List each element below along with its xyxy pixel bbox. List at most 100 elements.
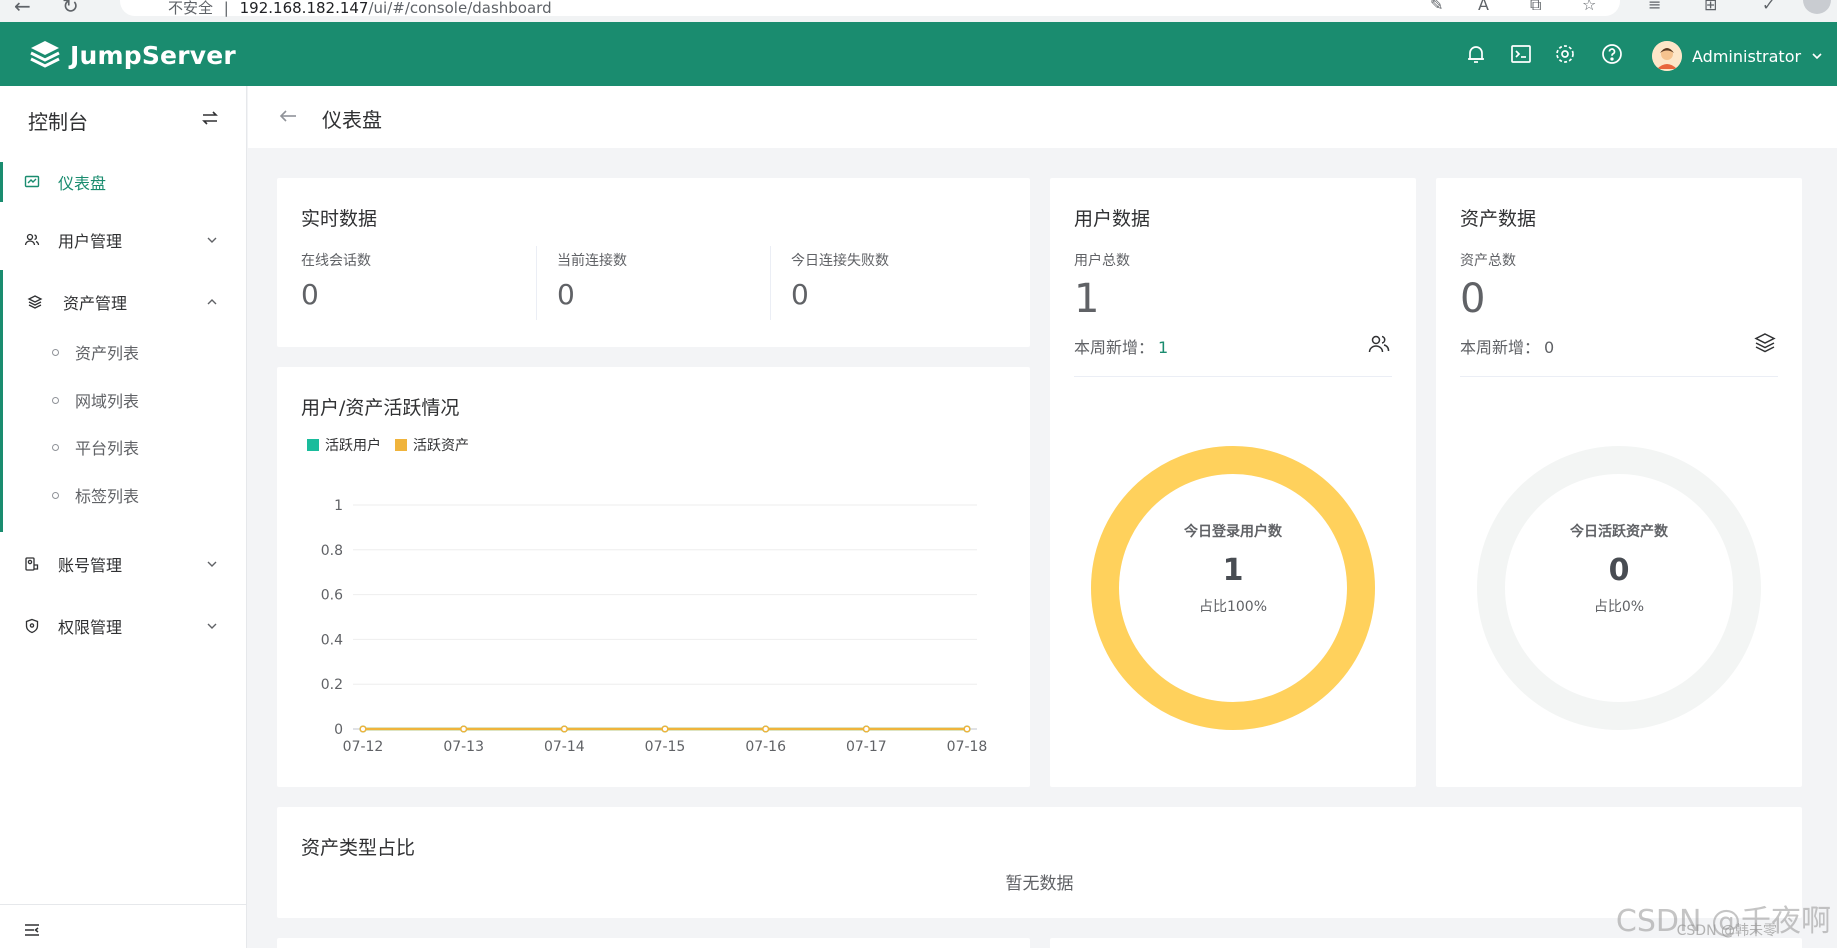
account-icon [25, 557, 39, 571]
user-total-value: 1 [1074, 276, 1100, 322]
sidebar-subitem-domain-list[interactable]: 网域列表 [0, 382, 247, 418]
divider [1074, 376, 1392, 377]
ring-percentage: 占比100% [1198, 599, 1268, 615]
avatar [1652, 41, 1682, 71]
sidebar-subitem-label-list[interactable]: 标签列表 [0, 477, 247, 513]
translate-icon[interactable]: ✎ [1430, 0, 1443, 14]
sidebar-item-label: 用户管理 [58, 232, 123, 251]
week-new-value: 1 [1158, 338, 1169, 357]
sidebar-item-label: 账号管理 [58, 556, 123, 575]
brand-logo[interactable]: JumpServer [28, 38, 236, 72]
empty-state-text: 暂无数据 [1005, 874, 1074, 894]
favorites-bar-icon[interactable]: ≡ [1648, 0, 1661, 14]
realtime-data-card: 实时数据 在线会话数 0 当前连接数 0 今日连接失败数 0 [277, 178, 1030, 347]
sidebar-subitem-platform-list[interactable]: 平台列表 [0, 429, 247, 465]
sidebar-item-label: 仪表盘 [58, 174, 107, 193]
ring-value: 1 [1222, 553, 1244, 588]
read-aloud-icon[interactable]: A [1478, 0, 1489, 14]
browser-toolbar: ← ↻ 不安全 | 192.168.182.147/ui/#/console/d… [0, 0, 1837, 22]
split-screen-icon[interactable]: ⧉ [1530, 0, 1541, 15]
data-point [661, 725, 669, 733]
week-new-value: 0 [1544, 338, 1555, 357]
help-icon[interactable] [1600, 42, 1624, 66]
watermark-small: CSDN @韩未零 [1676, 923, 1777, 939]
bullet-icon [52, 491, 59, 499]
page-title: 仪表盘 [322, 108, 382, 132]
collections-icon[interactable]: ⊞ [1704, 0, 1717, 14]
user-week-new: 本周新增： 1 [1074, 334, 1168, 358]
asset-data-card: 资产数据 资产总数 0 本周新增： 0 今日活跃资产数 0 占比0% [1436, 178, 1802, 787]
bullet-icon [52, 396, 59, 404]
browser-reload-icon[interactable]: ↻ [62, 0, 79, 18]
security-label: 不安全 [168, 0, 214, 17]
jumpserver-logo-icon [30, 41, 60, 68]
activity-chart-card: 用户/资产活跃情况 活跃用户 活跃资产 0 0.2 0.4 0.6 0.8 1 07-12 0… [277, 367, 1030, 787]
bell-icon[interactable] [1464, 42, 1488, 66]
y-tick-label: 0.4 [321, 632, 343, 648]
chevron-down-icon [207, 237, 217, 243]
users-icon [24, 233, 40, 246]
user-avatar-icon [1652, 41, 1682, 71]
card-title: 用户数据 [1074, 208, 1151, 230]
x-tick-label: 07-16 [745, 739, 786, 755]
url-path: /ui/#/console/dashboard [368, 0, 552, 17]
x-tick-label: 07-13 [443, 739, 484, 755]
bullet-icon [52, 348, 59, 356]
sidebar-item-users[interactable]: 用户管理 [0, 220, 247, 260]
user-total-label: 用户总数 [1074, 253, 1130, 269]
sidebar: 控制台 仪表盘 用户管理 资产管理 资产列表 网域列表 平台列表 标签列表 账号… [0, 86, 247, 948]
terminal-icon[interactable] [1509, 42, 1533, 66]
favorite-icon[interactable]: ☆ [1582, 0, 1596, 14]
shield-icon [25, 618, 39, 634]
sidebar-subitem-label: 平台列表 [75, 439, 140, 458]
sidebar-title: 控制台 [28, 110, 88, 134]
user-menu[interactable]: Administrator [1652, 41, 1823, 71]
divider [536, 246, 537, 320]
x-tick-label: 07-17 [846, 739, 887, 755]
x-tick-label: 07-12 [343, 739, 384, 755]
online-sessions-label: 在线会话数 [301, 253, 371, 269]
breadcrumb: 仪表盘 [248, 86, 1837, 148]
sidebar-subitem-label: 标签列表 [75, 487, 140, 506]
x-tick-label: 07-18 [947, 739, 988, 755]
y-tick-label: 0 [334, 722, 343, 738]
layers-icon [27, 295, 43, 309]
back-arrow-icon[interactable] [278, 108, 298, 124]
browser-profile-avatar[interactable] [1803, 0, 1831, 14]
switch-view-icon[interactable] [200, 108, 220, 128]
data-point [460, 725, 468, 733]
asset-total-value: 0 [1460, 276, 1486, 322]
sidebar-item-permissions[interactable]: 权限管理 [0, 606, 247, 646]
current-connections-label: 当前连接数 [557, 253, 627, 269]
user-name: Administrator [1692, 46, 1802, 66]
chevron-up-icon [207, 299, 217, 305]
collapse-menu-icon[interactable] [24, 923, 40, 937]
data-point [560, 725, 568, 733]
asset-type-card: 资产类型占比 暂无数据 [277, 807, 1802, 918]
current-connections-value: 0 [557, 278, 575, 311]
url-separator: | [223, 0, 229, 17]
sidebar-item-assets[interactable]: 资产管理 [0, 282, 247, 322]
card-title: 实时数据 [301, 208, 378, 230]
sidebar-footer [0, 904, 247, 948]
address-text[interactable]: 不安全 | 192.168.182.147/ui/#/console/dashb… [168, 0, 552, 18]
activity-line-chart: 0 0.2 0.4 0.6 0.8 1 07-12 07-13 07-14 07-15 07-16 0… [321, 498, 988, 755]
asset-total-label: 资产总数 [1460, 253, 1516, 269]
user-ring-center: 今日登录用户数 1 占比100% [1133, 521, 1333, 616]
sidebar-subitem-asset-list[interactable]: 资产列表 [0, 334, 247, 370]
app-header: JumpServer Administrator [0, 22, 1837, 86]
user-data-card: 用户数据 用户总数 1 本周新增： 1 今日登录用户数 1 占比100% [1050, 178, 1416, 787]
browser-back-icon[interactable]: ← [14, 0, 31, 18]
y-tick-label: 0.6 [321, 588, 343, 604]
bullet-icon [52, 443, 59, 451]
data-point [762, 725, 770, 733]
chevron-down-icon [207, 561, 217, 567]
chevron-down-icon [207, 623, 217, 629]
extension-icon[interactable]: ✓ [1762, 0, 1775, 14]
sidebar-item-accounts[interactable]: 账号管理 [0, 544, 247, 584]
sidebar-item-dashboard[interactable]: 仪表盘 [0, 162, 247, 202]
y-tick-label: 0.8 [321, 543, 343, 559]
gear-icon[interactable] [1553, 42, 1577, 66]
y-tick-label: 0.2 [321, 677, 343, 693]
dashboard-icon [24, 175, 40, 188]
